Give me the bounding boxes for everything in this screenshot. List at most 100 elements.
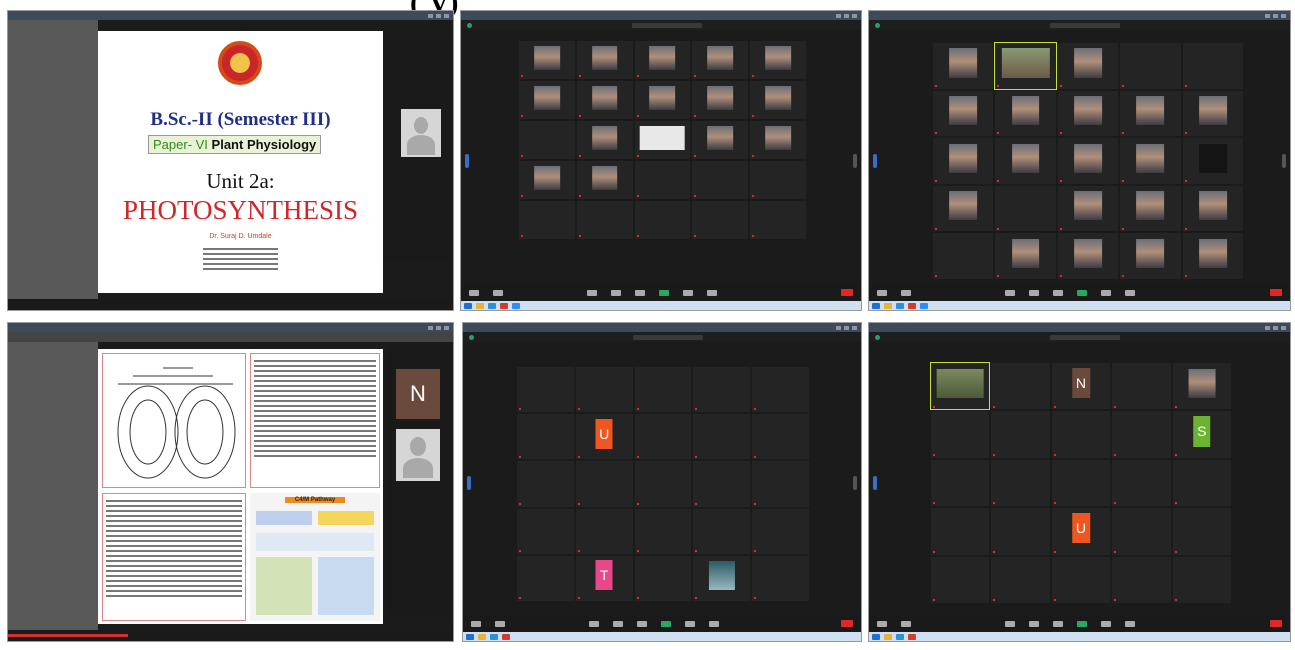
- participant-tile[interactable]: [634, 121, 691, 159]
- participant-tile[interactable]: [575, 461, 633, 507]
- participant-tile[interactable]: [1120, 90, 1181, 137]
- participant-tile[interactable]: S: [1172, 411, 1231, 458]
- participant-tile[interactable]: [1112, 363, 1171, 410]
- zoom-app-icon[interactable]: [512, 302, 520, 309]
- participant-tile[interactable]: [750, 81, 806, 119]
- video-icon[interactable]: [493, 289, 503, 296]
- browser-icon[interactable]: [896, 633, 904, 640]
- participant-tile[interactable]: [1112, 411, 1171, 458]
- share-screen-icon[interactable]: [1077, 289, 1087, 296]
- participant-tile[interactable]: [991, 411, 1050, 458]
- microphone-icon[interactable]: [877, 289, 887, 296]
- participant-tile[interactable]: [933, 138, 994, 184]
- participant-tile[interactable]: [1051, 459, 1111, 507]
- participant-tile-active-speaker[interactable]: [994, 42, 1057, 90]
- participant-tile[interactable]: [931, 508, 990, 555]
- reactions-icon[interactable]: [1125, 620, 1135, 627]
- folder-icon[interactable]: [884, 633, 892, 640]
- participants-icon[interactable]: [1029, 620, 1039, 627]
- participant-tile[interactable]: [1182, 233, 1243, 279]
- participant-tile[interactable]: [933, 90, 994, 137]
- share-screen-icon[interactable]: [1077, 620, 1087, 627]
- participant-tile[interactable]: [519, 201, 575, 239]
- participant-tile[interactable]: [517, 555, 574, 601]
- end-meeting-button[interactable]: [1270, 289, 1282, 296]
- participants-icon[interactable]: [611, 289, 621, 296]
- participant-tile[interactable]: [991, 508, 1050, 555]
- participant-tile[interactable]: [519, 41, 575, 79]
- participant-tile[interactable]: [692, 41, 749, 79]
- participant-tile[interactable]: [750, 161, 806, 199]
- participant-tile[interactable]: [931, 459, 990, 507]
- participant-tile[interactable]: [1182, 185, 1243, 232]
- participant-tile[interactable]: [995, 90, 1056, 137]
- participant-tile[interactable]: [692, 201, 749, 239]
- reactions-icon[interactable]: [709, 620, 719, 627]
- participant-tile[interactable]: [1057, 138, 1119, 184]
- participant-tile[interactable]: [693, 461, 751, 507]
- end-meeting-button[interactable]: [841, 620, 853, 627]
- security-button-icon[interactable]: [589, 620, 599, 627]
- participant-tile[interactable]: [693, 508, 751, 554]
- participant-tile[interactable]: [1182, 138, 1243, 184]
- participant-tile[interactable]: [1172, 363, 1231, 410]
- participant-tile[interactable]: [750, 201, 806, 239]
- participant-tile[interactable]: [995, 233, 1056, 279]
- record-icon[interactable]: [683, 289, 693, 296]
- chrome-icon[interactable]: [908, 633, 916, 640]
- gallery-next-arrow[interactable]: [1282, 154, 1286, 168]
- end-meeting-button[interactable]: [841, 289, 853, 296]
- share-screen-icon[interactable]: [661, 620, 671, 627]
- participant-tile[interactable]: [634, 367, 692, 413]
- participant-tile[interactable]: [752, 461, 809, 507]
- participant-tile[interactable]: [933, 185, 994, 232]
- gallery-prev-arrow[interactable]: [873, 476, 877, 490]
- participant-tile[interactable]: [576, 121, 633, 159]
- participant-tile[interactable]: [634, 555, 692, 601]
- participant-tile[interactable]: [752, 508, 809, 554]
- start-icon[interactable]: [464, 302, 472, 309]
- browser-icon[interactable]: [490, 633, 498, 640]
- participant-tile[interactable]: [1120, 43, 1181, 89]
- participant-tile[interactable]: [517, 508, 574, 554]
- participant-tile[interactable]: [692, 81, 749, 119]
- security-button-icon[interactable]: [1005, 289, 1015, 296]
- browser-icon[interactable]: [488, 302, 496, 309]
- chat-icon[interactable]: [1053, 620, 1063, 627]
- participant-tile[interactable]: [634, 161, 691, 199]
- video-icon[interactable]: [901, 620, 911, 627]
- folder-icon[interactable]: [476, 302, 484, 309]
- microphone-icon[interactable]: [469, 289, 479, 296]
- participant-tile[interactable]: [575, 508, 633, 554]
- participant-tile[interactable]: [752, 555, 809, 601]
- participant-tile[interactable]: [1112, 508, 1171, 555]
- participant-tile[interactable]: [693, 555, 751, 601]
- start-icon[interactable]: [872, 633, 880, 640]
- video-icon[interactable]: [901, 289, 911, 296]
- security-button-icon[interactable]: [587, 289, 597, 296]
- participant-tile[interactable]: [517, 367, 574, 413]
- participant-tile[interactable]: [693, 367, 751, 413]
- participant-tile[interactable]: [634, 508, 692, 554]
- participant-tile[interactable]: [933, 233, 994, 279]
- participant-tile[interactable]: [1172, 556, 1231, 603]
- participant-tile[interactable]: [995, 185, 1056, 232]
- participant-tile[interactable]: [576, 41, 633, 79]
- participant-tile[interactable]: U: [575, 414, 633, 460]
- participant-tile[interactable]: N: [1051, 363, 1111, 410]
- participant-tile[interactable]: [634, 461, 692, 507]
- chat-icon[interactable]: [637, 620, 647, 627]
- participant-tile[interactable]: [519, 161, 575, 199]
- participant-tile[interactable]: [1057, 233, 1119, 279]
- participant-tile[interactable]: [1112, 556, 1171, 603]
- participant-tile[interactable]: [1120, 138, 1181, 184]
- participant-tile[interactable]: [634, 201, 691, 239]
- gallery-next-arrow[interactable]: [853, 154, 857, 168]
- end-meeting-button[interactable]: [1270, 620, 1282, 627]
- participant-tile[interactable]: [634, 81, 691, 119]
- security-icon[interactable]: [469, 334, 474, 340]
- participant-tile[interactable]: [576, 161, 633, 199]
- participant-tile[interactable]: [634, 41, 691, 79]
- microphone-icon[interactable]: [471, 620, 481, 627]
- participant-tile[interactable]: T: [575, 555, 633, 601]
